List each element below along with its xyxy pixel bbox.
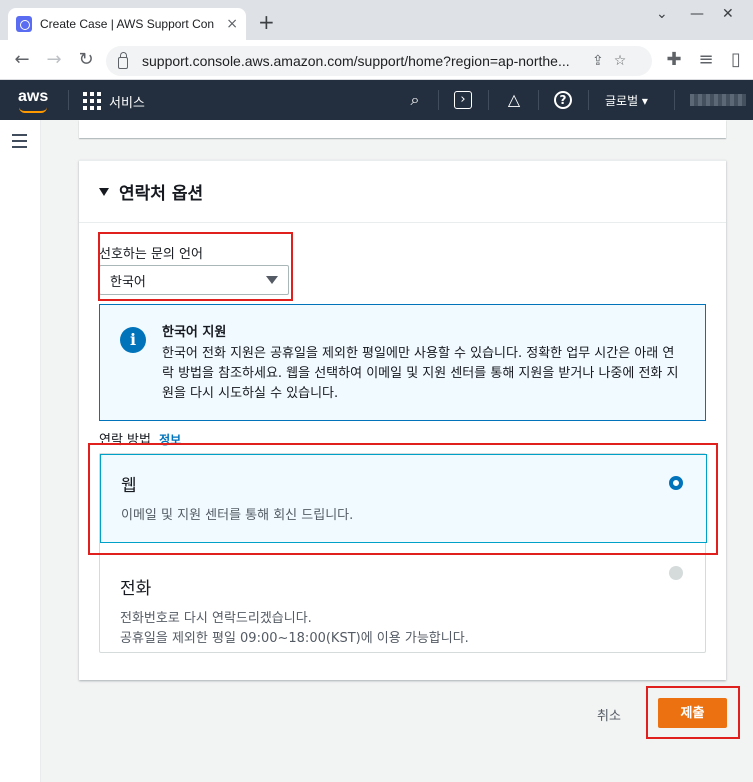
nav-divider [538, 90, 539, 110]
nav-divider [68, 90, 69, 110]
tab-search-chevron-icon[interactable]: ⌄ [656, 6, 668, 22]
browser-tab[interactable]: Create Case | AWS Support Con × [8, 8, 246, 40]
browser-toolbar: ← → ↻ support.console.aws.amazon.com/sup… [0, 40, 753, 80]
help-icon[interactable]: ? [554, 91, 572, 109]
reload-icon[interactable]: ↻ [74, 48, 98, 72]
nav-divider [438, 90, 439, 110]
contact-options-header[interactable]: 연락처 옵션 [79, 161, 726, 223]
region-selector[interactable]: 글로벌 ▾ [605, 92, 648, 109]
close-window-icon[interactable]: ✕ [722, 6, 734, 22]
tile-phone-title: 전화 [120, 579, 152, 599]
highlight-language-select [98, 232, 293, 301]
services-menu[interactable]: 서비스 [109, 92, 145, 111]
phone-radio-disabled[interactable] [669, 566, 683, 580]
forward-arrow-icon[interactable]: → [42, 48, 66, 72]
info-alert-title: 한국어 지원 [162, 325, 227, 340]
cancel-button[interactable]: 취소 [597, 705, 621, 724]
highlight-web-tile [88, 443, 718, 555]
tab-title: Create Case | AWS Support Con [40, 17, 215, 31]
aws-logo[interactable]: aws [18, 88, 48, 106]
previous-section-card [79, 120, 726, 138]
url-text: support.console.aws.amazon.com/support/h… [142, 53, 570, 69]
aws-top-nav: aws 서비스 ⌕ › △ ? 글로벌 ▾ [0, 80, 753, 120]
account-menu-redacted[interactable] [690, 94, 746, 106]
new-tab-button[interactable]: + [258, 12, 275, 32]
side-navigation-strip [0, 120, 41, 782]
tile-phone[interactable]: 전화 전화번호로 다시 연락드리겠습니다. 공휴일을 제외한 평일 09:00~… [100, 558, 707, 654]
services-grid-icon[interactable] [83, 92, 101, 110]
extensions-puzzle-icon[interactable]: ✚ [662, 48, 686, 72]
lock-icon [118, 52, 128, 69]
hamburger-menu-icon[interactable] [12, 134, 27, 152]
tab-close-icon[interactable]: × [226, 16, 238, 32]
tile-phone-desc-line1: 전화번호로 다시 연락드리겠습니다. [120, 611, 312, 626]
notifications-bell-icon[interactable]: △ [504, 90, 524, 110]
info-icon: i [120, 327, 146, 353]
nav-divider [588, 90, 589, 110]
search-icon[interactable]: ⌕ [405, 90, 425, 110]
section-title: 연락처 옵션 [119, 184, 204, 204]
side-panel-icon[interactable]: ▯ [724, 48, 748, 72]
korean-support-info-alert: i 한국어 지원 한국어 전화 지원은 공휴일을 제외한 평일에만 사용할 수 … [99, 304, 706, 421]
info-alert-body: 한국어 전화 지원은 공휴일을 제외한 평일에만 사용할 수 있습니다. 정확한… [162, 346, 679, 401]
share-icon[interactable]: ⇪ [592, 53, 604, 69]
address-bar[interactable]: support.console.aws.amazon.com/support/h… [106, 46, 652, 76]
caret-down-icon [99, 187, 109, 196]
back-arrow-icon[interactable]: ← [10, 48, 34, 72]
media-control-icon[interactable]: ≡ [694, 48, 718, 72]
cloudshell-icon[interactable]: › [454, 91, 472, 109]
nav-divider [488, 90, 489, 110]
tile-phone-desc-line2: 공휴일을 제외한 평일 09:00~18:00(KST)에 이용 가능합니다. [120, 631, 469, 646]
bookmark-star-icon[interactable]: ☆ [614, 53, 627, 69]
highlight-submit-button [646, 686, 740, 739]
minimize-icon[interactable]: — [690, 6, 704, 22]
browser-tab-strip: Create Case | AWS Support Con × + ⌄ — ✕ [0, 0, 753, 40]
aws-logo-smile [19, 107, 47, 113]
aws-support-favicon-icon [16, 16, 32, 32]
nav-divider [674, 90, 675, 110]
